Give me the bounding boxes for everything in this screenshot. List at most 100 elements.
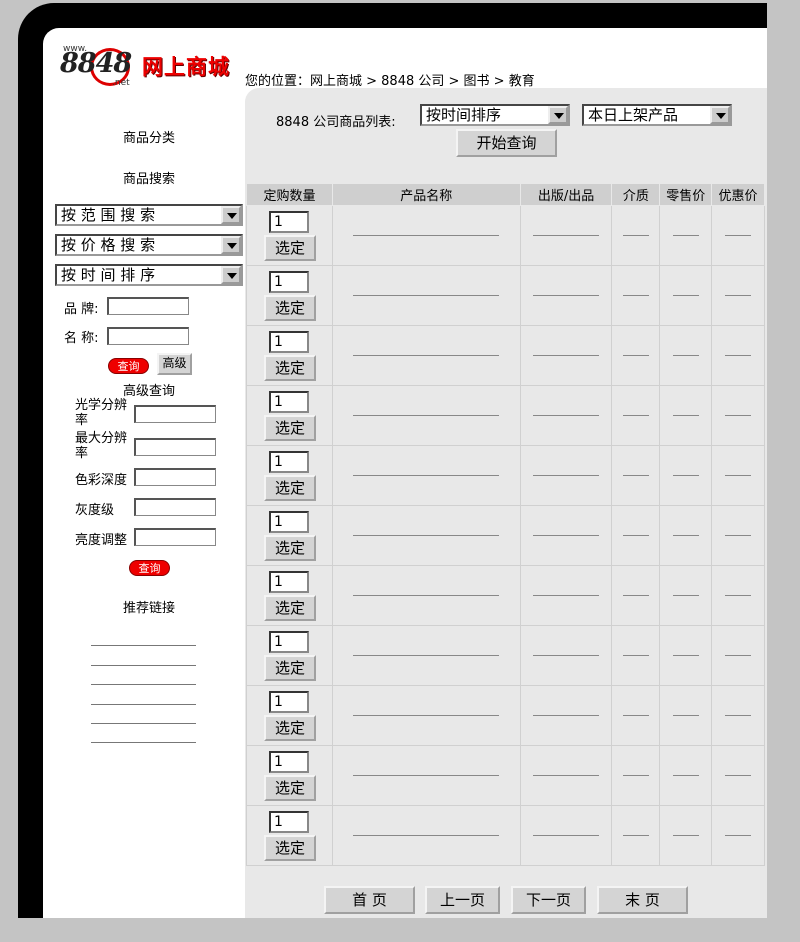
product-name-cell[interactable] xyxy=(331,565,521,626)
discount-price-placeholder xyxy=(725,475,752,476)
optical-resolution-input[interactable] xyxy=(134,405,216,423)
retail-price-placeholder xyxy=(672,235,699,236)
product-name-cell[interactable] xyxy=(331,325,521,386)
product-name-cell[interactable] xyxy=(331,445,521,506)
header-product-name: 产品名称 xyxy=(331,183,521,206)
quantity-cell: 1 选定 xyxy=(246,565,333,626)
product-name-placeholder xyxy=(353,595,500,596)
media-placeholder xyxy=(622,235,649,236)
range-search-select[interactable]: 按 范 围 搜 索 xyxy=(55,204,243,226)
product-name-cell[interactable] xyxy=(331,685,521,746)
filter-select[interactable]: 本日上架产品 xyxy=(582,104,732,126)
quantity-input[interactable]: 1 xyxy=(269,750,309,773)
link-placeholder[interactable] xyxy=(91,645,196,646)
quantity-input[interactable]: 1 xyxy=(269,390,309,413)
select-button[interactable]: 选定 xyxy=(264,294,316,321)
select-button[interactable]: 选定 xyxy=(264,354,316,381)
price-search-select[interactable]: 按 价 格 搜 索 xyxy=(55,234,243,256)
max-resolution-input[interactable] xyxy=(134,438,216,456)
next-page-button[interactable]: 下一页 xyxy=(511,886,586,914)
publisher-cell xyxy=(519,385,613,446)
publisher-placeholder xyxy=(533,355,600,356)
select-button[interactable]: 选定 xyxy=(264,834,316,861)
product-name-placeholder xyxy=(353,415,500,416)
select-button[interactable]: 选定 xyxy=(264,474,316,501)
product-name-cell[interactable] xyxy=(331,745,521,806)
product-name-cell[interactable] xyxy=(331,385,521,446)
brand-input[interactable] xyxy=(107,297,189,315)
site-logo[interactable]: www. 8848 .net 网上商城 xyxy=(60,42,245,92)
chevron-down-icon[interactable] xyxy=(221,206,241,224)
advanced-button[interactable]: 高级 xyxy=(157,353,192,375)
product-name-cell[interactable] xyxy=(331,205,521,266)
select-button[interactable]: 选定 xyxy=(264,534,316,561)
quantity-input[interactable]: 1 xyxy=(269,630,309,653)
time-sort-value: 按 时 间 排 序 xyxy=(61,266,156,284)
discount-price-placeholder xyxy=(725,535,752,536)
media-cell xyxy=(611,565,661,626)
quantity-input[interactable]: 1 xyxy=(269,210,309,233)
table-row: 1 选定 xyxy=(246,505,765,566)
chevron-down-icon[interactable] xyxy=(221,266,241,284)
last-page-button[interactable]: 末 页 xyxy=(597,886,688,914)
publisher-cell xyxy=(519,445,613,506)
link-placeholder[interactable] xyxy=(91,742,196,743)
product-name-cell[interactable] xyxy=(331,625,521,686)
query-button[interactable]: 查询 xyxy=(108,358,149,374)
product-name-placeholder xyxy=(353,835,500,836)
media-placeholder xyxy=(622,655,649,656)
grayscale-label: 灰度级 xyxy=(75,503,115,518)
start-query-button[interactable]: 开始查询 xyxy=(456,129,557,157)
select-button[interactable]: 选定 xyxy=(264,714,316,741)
retail-price-cell xyxy=(659,565,713,626)
product-name-cell[interactable] xyxy=(331,805,521,866)
quantity-input[interactable]: 1 xyxy=(269,510,309,533)
advanced-query-button[interactable]: 查询 xyxy=(129,560,170,576)
quantity-input[interactable]: 1 xyxy=(269,810,309,833)
name-input[interactable] xyxy=(107,327,189,345)
retail-price-cell xyxy=(659,505,713,566)
link-placeholder[interactable] xyxy=(91,723,196,724)
discount-price-placeholder xyxy=(725,235,752,236)
publisher-placeholder xyxy=(533,475,600,476)
chevron-down-icon[interactable] xyxy=(710,106,730,124)
first-page-button[interactable]: 首 页 xyxy=(324,886,415,914)
range-search-value: 按 范 围 搜 索 xyxy=(61,206,156,224)
retail-price-placeholder xyxy=(672,835,699,836)
color-depth-input[interactable] xyxy=(134,468,216,486)
table-row: 1 选定 xyxy=(246,745,765,806)
time-sort-select[interactable]: 按 时 间 排 序 xyxy=(55,264,243,286)
grayscale-input[interactable] xyxy=(134,498,216,516)
prev-page-button[interactable]: 上一页 xyxy=(425,886,500,914)
link-placeholder[interactable] xyxy=(91,684,196,685)
filter-select-value: 本日上架产品 xyxy=(588,106,679,124)
publisher-cell xyxy=(519,325,613,386)
table-row: 1 选定 xyxy=(246,265,765,326)
discount-price-placeholder xyxy=(725,715,752,716)
list-label: 8848 公司商品列表: xyxy=(276,115,396,130)
link-placeholder[interactable] xyxy=(91,665,196,666)
select-button[interactable]: 选定 xyxy=(264,234,316,261)
select-button[interactable]: 选定 xyxy=(264,414,316,441)
publisher-cell xyxy=(519,565,613,626)
select-button[interactable]: 选定 xyxy=(264,654,316,681)
product-name-cell[interactable] xyxy=(331,505,521,566)
media-cell xyxy=(611,445,661,506)
quantity-input[interactable]: 1 xyxy=(269,450,309,473)
sort-select[interactable]: 按时间排序 xyxy=(420,104,570,126)
table-row: 1 选定 xyxy=(246,565,765,626)
select-button[interactable]: 选定 xyxy=(264,594,316,621)
select-button[interactable]: 选定 xyxy=(264,774,316,801)
product-name-cell[interactable] xyxy=(331,265,521,326)
quantity-input[interactable]: 1 xyxy=(269,690,309,713)
chevron-down-icon[interactable] xyxy=(548,106,568,124)
chevron-down-icon[interactable] xyxy=(221,236,241,254)
header-quantity: 定购数量 xyxy=(246,183,333,206)
link-placeholder[interactable] xyxy=(91,704,196,705)
quantity-input[interactable]: 1 xyxy=(269,570,309,593)
quantity-input[interactable]: 1 xyxy=(269,270,309,293)
quantity-input[interactable]: 1 xyxy=(269,330,309,353)
brightness-input[interactable] xyxy=(134,528,216,546)
quantity-cell: 1 选定 xyxy=(246,205,333,266)
discount-price-cell xyxy=(711,505,765,566)
